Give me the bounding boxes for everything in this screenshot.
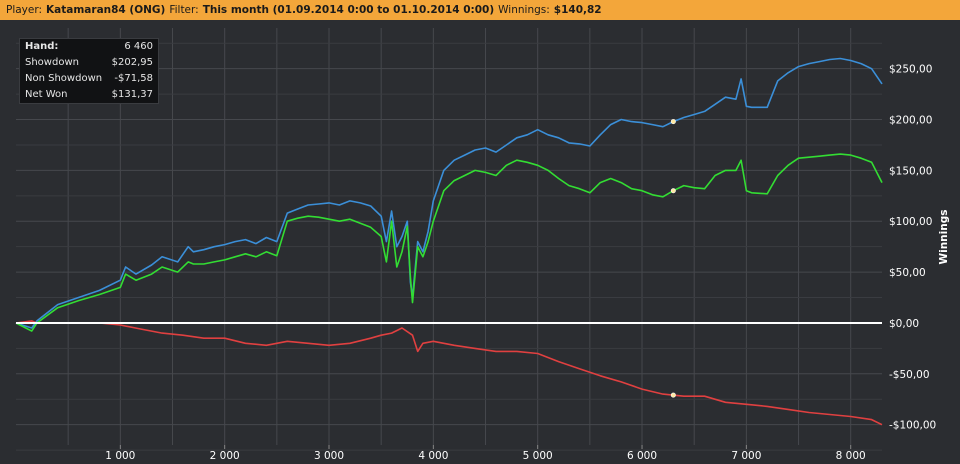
showdown-label: Showdown [25, 57, 79, 68]
non-showdown-label: Non Showdown [25, 73, 103, 84]
player-label: Player: [6, 4, 43, 16]
x-tick-label: 2 000 [210, 450, 240, 462]
stats-row-hand: Hand: 6 460 [20, 39, 158, 55]
y-tick-label: -$100,00 [889, 420, 936, 432]
y-tick-label: $50,00 [889, 267, 926, 279]
hand-label: Hand: [25, 41, 59, 52]
showdown-line-marker [670, 119, 676, 125]
non-showdown-line-marker [670, 392, 676, 398]
stats-row-showdown: Showdown $202,95 [20, 55, 158, 71]
y-tick-label: $150,00 [889, 165, 932, 177]
x-tick-label: 5 000 [523, 450, 553, 462]
y-tick-label: $0,00 [889, 318, 919, 330]
filter-value: This month (01.09.2014 0:00 to 01.10.201… [202, 4, 495, 16]
x-tick-label: 7 000 [731, 450, 761, 462]
y-tick-label: $250,00 [889, 64, 932, 76]
filter-label: Filter: [169, 4, 199, 16]
winnings-value: $140,82 [553, 4, 602, 16]
x-tick-label: 4 000 [418, 450, 448, 462]
showdown-value: $202,95 [111, 57, 153, 68]
winnings-label: Winnings: [498, 4, 550, 16]
x-tick-label: 3 000 [314, 450, 344, 462]
y-tick-label: -$50,00 [889, 369, 930, 381]
non-showdown-value: -$71,58 [114, 73, 153, 84]
y-axis-title: Winnings [938, 209, 950, 265]
net-won-label: Net Won [25, 89, 68, 100]
x-tick-label: 1 000 [105, 450, 135, 462]
y-tick-label: $200,00 [889, 115, 932, 127]
x-tick-label: 8 000 [836, 450, 866, 462]
stats-row-net-won: Net Won $131,37 [20, 87, 158, 103]
y-tick-label: $100,00 [889, 216, 932, 228]
stats-row-non-showdown: Non Showdown -$71,58 [20, 71, 158, 87]
filter-bar: Player: Katamaran84 (ONG) Filter: This mont… [0, 0, 960, 20]
net-won-value: $131,37 [111, 89, 153, 100]
player-name: Katamaran84 (ONG) [46, 4, 166, 16]
x-tick-label: 6 000 [627, 450, 657, 462]
stats-box: Hand: 6 460 Showdown $202,95 Non Showdown -… [19, 38, 159, 104]
hand-value: 6 460 [124, 41, 153, 52]
net-won-line-marker [670, 188, 676, 194]
